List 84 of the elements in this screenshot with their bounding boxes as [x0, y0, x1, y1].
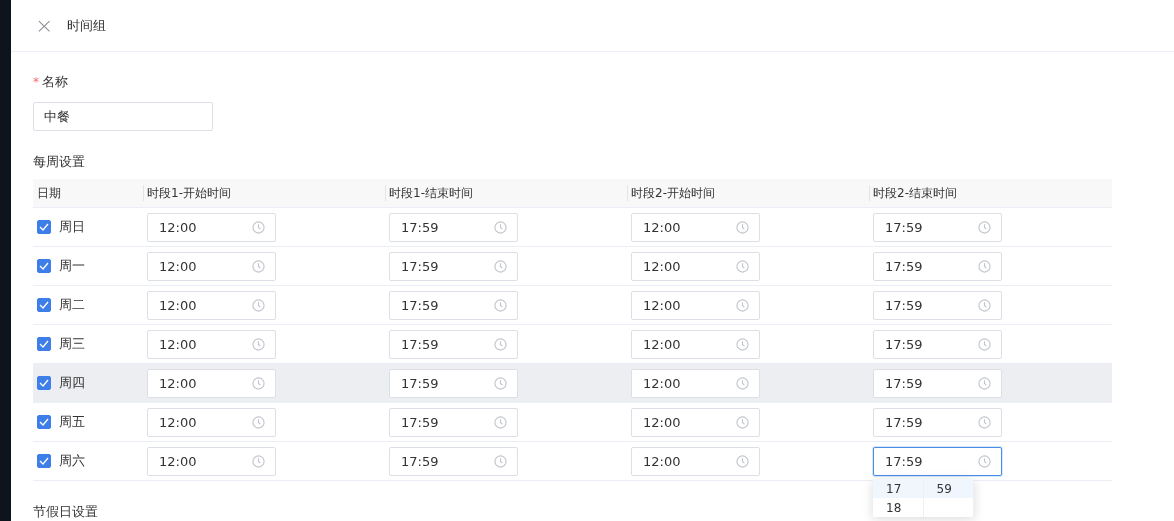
clock-icon: [978, 376, 991, 390]
time-field[interactable]: 12:00: [631, 329, 760, 359]
clock-icon: [736, 337, 749, 351]
time-field[interactable]: 12:00: [631, 368, 760, 398]
time-field[interactable]: 17:59: [873, 212, 1002, 242]
field-label: 名称: [42, 73, 68, 91]
checkbox[interactable]: [37, 376, 51, 390]
day-label: 周日: [59, 218, 85, 236]
day-label: 周二: [59, 296, 85, 314]
time-field[interactable]: 12:00: [147, 407, 276, 437]
clock-icon: [736, 376, 749, 390]
time-field[interactable]: 17:59: [389, 212, 518, 242]
clock-icon: [494, 220, 507, 234]
clock-icon: [736, 415, 749, 429]
clock-icon: [494, 415, 507, 429]
time-field[interactable]: 12:00: [147, 212, 276, 242]
clock-icon: [978, 454, 991, 468]
hour-option[interactable]: 17: [873, 479, 923, 498]
name-input[interactable]: 中餐: [33, 102, 213, 131]
day-label: 周三: [59, 335, 85, 353]
clock-icon: [736, 298, 749, 312]
clock-icon: [978, 259, 991, 273]
clock-icon: [736, 454, 749, 468]
time-field[interactable]: 12:00: [147, 290, 276, 320]
time-field[interactable]: 17:59: [389, 290, 518, 320]
column-header: 日期: [33, 179, 143, 208]
section-title: 每周设置: [33, 153, 86, 171]
time-field[interactable]: 17:59: [389, 407, 518, 437]
column-header: 时段2-开始时间: [627, 179, 869, 208]
clock-icon: [978, 337, 991, 351]
hour-option[interactable]: 18: [873, 498, 923, 517]
clock-icon: [252, 376, 265, 390]
panel-title: 时间组: [67, 16, 107, 35]
day-label: 周五: [59, 413, 85, 431]
time-field[interactable]: 17:59: [873, 251, 1002, 281]
time-field[interactable]: 12:00: [147, 251, 276, 281]
time-field[interactable]: 17:59: [389, 368, 518, 398]
time-field[interactable]: 12:00: [631, 251, 760, 281]
time-field[interactable]: 12:00: [631, 290, 760, 320]
time-field[interactable]: 12:00: [147, 329, 276, 359]
day-label: 周一: [59, 257, 85, 275]
column-header: 时段1-结束时间: [385, 179, 627, 208]
clock-icon: [736, 220, 749, 234]
minute-option[interactable]: 59: [923, 479, 973, 498]
clock-icon: [978, 298, 991, 312]
required-mark: *: [33, 75, 39, 89]
day-label: 周四: [59, 374, 85, 392]
clock-icon: [252, 298, 265, 312]
time-field[interactable]: 12:00: [631, 446, 760, 476]
clock-icon: [978, 415, 991, 429]
time-field[interactable]: 17:59: [873, 290, 1002, 320]
checkbox[interactable]: [37, 259, 51, 273]
time-field[interactable]: 17:59: [873, 407, 1002, 437]
clock-icon: [252, 259, 265, 273]
clock-icon: [494, 259, 507, 273]
time-field[interactable]: 17:59: [389, 251, 518, 281]
time-field[interactable]: 17:59: [389, 446, 518, 476]
time-field[interactable]: 12:00: [631, 212, 760, 242]
time-field[interactable]: 12:00: [147, 446, 276, 476]
clock-icon: [494, 298, 507, 312]
clock-icon: [494, 454, 507, 468]
column-header: 时段2-结束时间: [869, 179, 1112, 208]
clock-icon: [494, 376, 507, 390]
checkbox[interactable]: [37, 337, 51, 351]
time-field[interactable]: 12:00: [631, 407, 760, 437]
section-title: 节假日设置: [33, 503, 98, 521]
time-field[interactable]: 17:59: [873, 368, 1002, 398]
checkbox[interactable]: [37, 454, 51, 468]
time-field[interactable]: 17:59: [389, 329, 518, 359]
checkbox[interactable]: [37, 298, 51, 312]
time-field[interactable]: 12:00: [147, 368, 276, 398]
clock-icon: [252, 415, 265, 429]
clock-icon: [736, 259, 749, 273]
time-field[interactable]: 17:59: [873, 446, 1002, 476]
clock-icon: [252, 337, 265, 351]
day-label: 周六: [59, 452, 85, 470]
column-header: 时段1-开始时间: [143, 179, 385, 208]
time-field[interactable]: 17:59: [873, 329, 1002, 359]
checkbox[interactable]: [37, 220, 51, 234]
clock-icon: [978, 220, 991, 234]
clock-icon: [494, 337, 507, 351]
clock-icon: [252, 454, 265, 468]
checkbox[interactable]: [37, 415, 51, 429]
clock-icon: [252, 220, 265, 234]
